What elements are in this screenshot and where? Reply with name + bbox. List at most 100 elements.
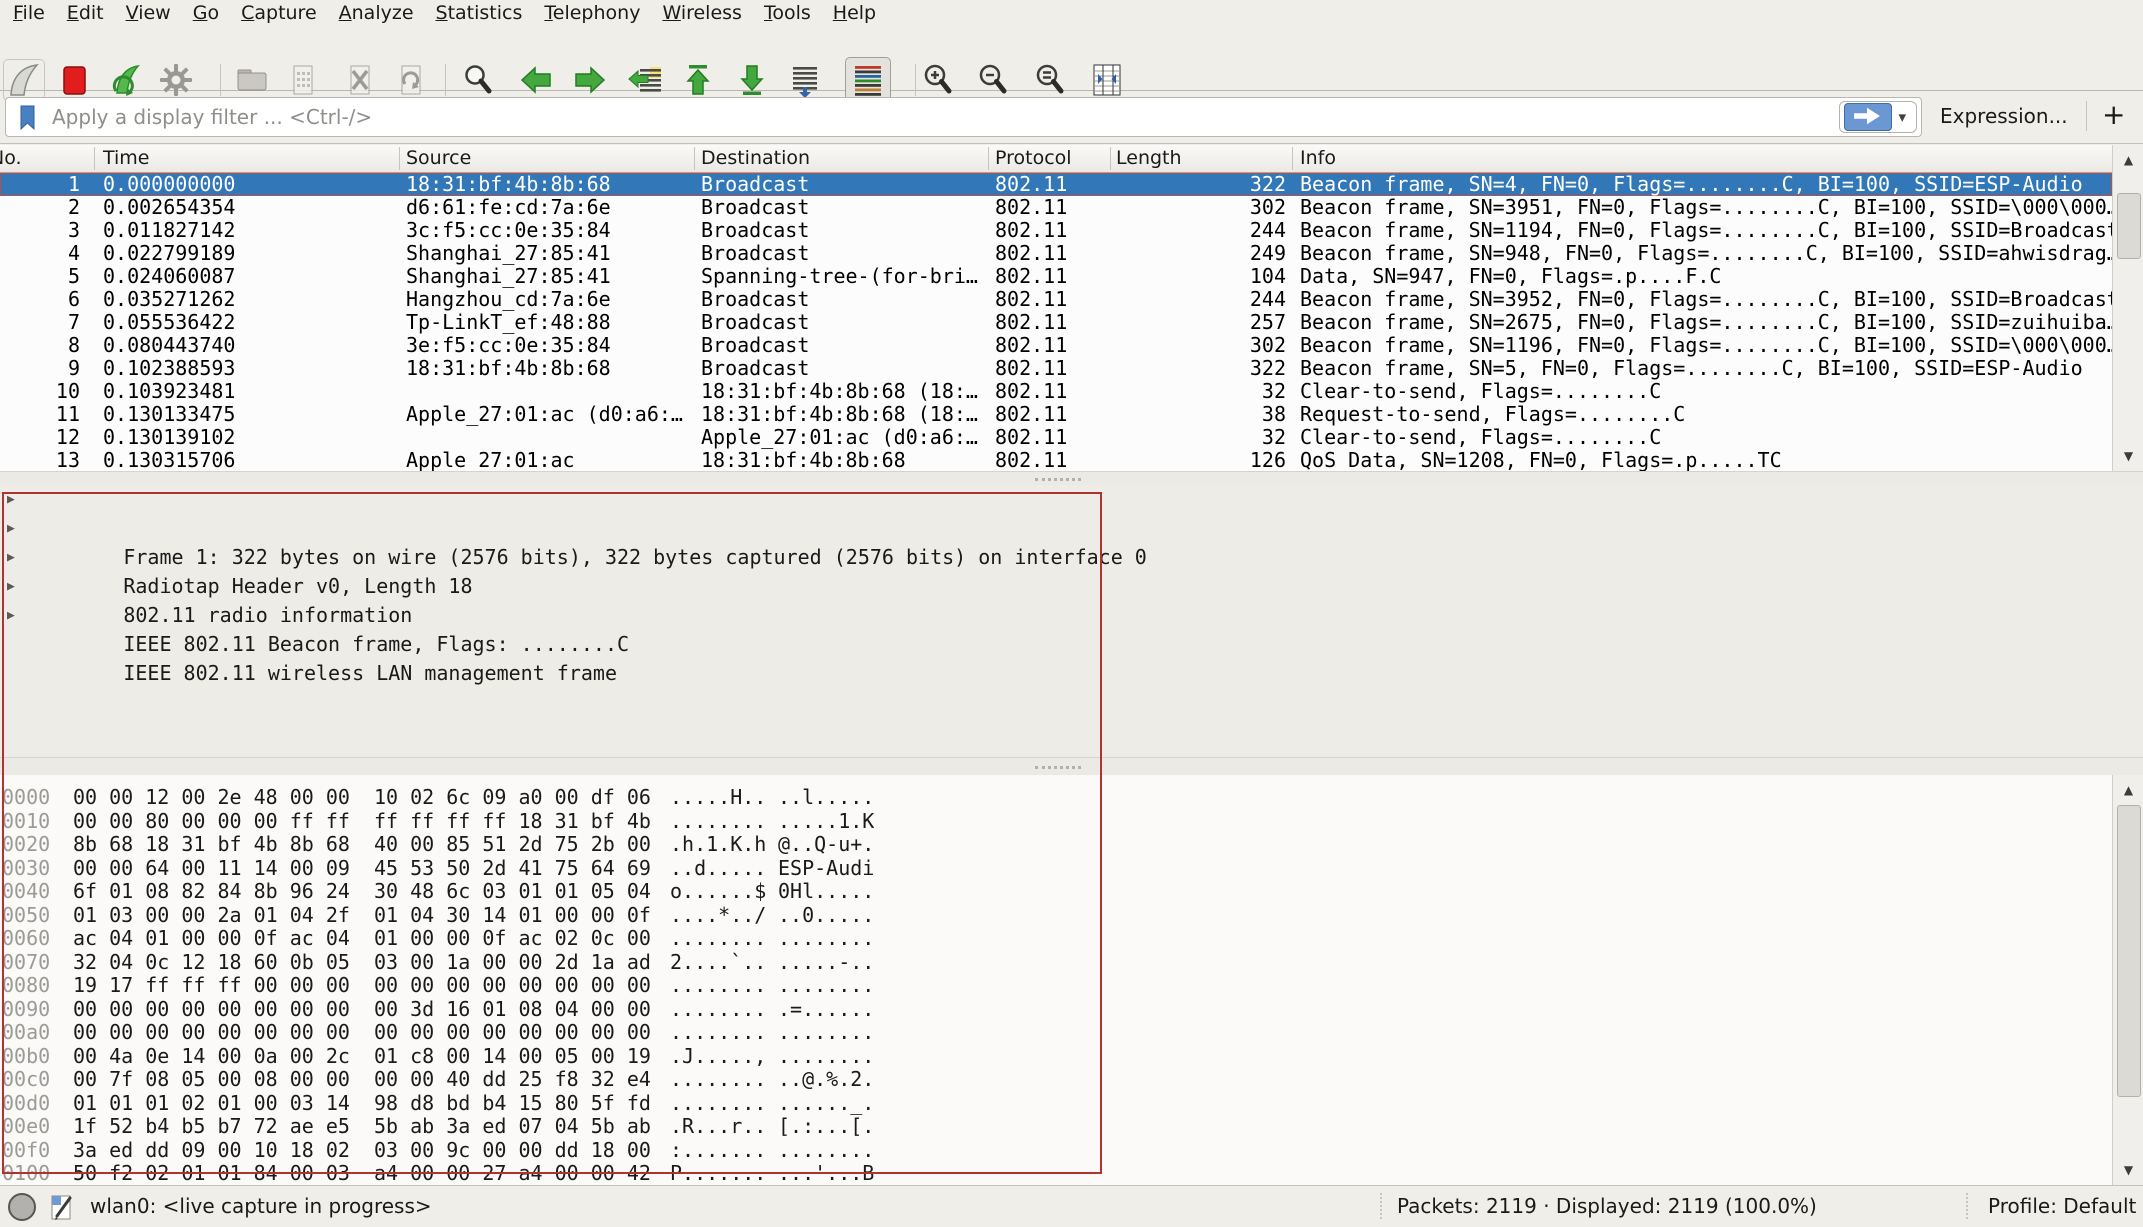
column-resize-handle[interactable] (694, 147, 695, 170)
menu-item[interactable]: View (115, 0, 182, 26)
menu-item[interactable]: Analyze (328, 0, 425, 26)
menu-item[interactable]: File (2, 0, 56, 26)
scroll-up-button[interactable]: ▲ (2113, 147, 2143, 173)
packet-list-scrollbar[interactable]: ▲ ▼ (2112, 145, 2143, 471)
column-resize-handle[interactable] (94, 147, 95, 170)
hex-row[interactable]: 00e0 1f 52 b4 b5 b7 72 ae e5 5b ab 3a ed… (0, 1115, 2112, 1139)
menu-item[interactable]: Wireless (651, 0, 753, 26)
cell-source: 18:31:bf:4b:8b:68 (406, 173, 698, 196)
column-header-protocol[interactable]: Protocol (995, 147, 1072, 169)
menu-item[interactable]: Tools (753, 0, 822, 26)
menu-item[interactable]: Edit (56, 0, 115, 26)
packet-row[interactable]: 9 0.102388593 18:31:bf:4b:8b:68 Broadcas… (0, 357, 2112, 380)
expert-info-button[interactable] (8, 1193, 36, 1221)
filter-bookmark-icon[interactable] (18, 105, 38, 131)
hex-ascii-2: @..Q-u+. (778, 833, 874, 857)
detail-row[interactable]: ▶ 802.11 radio information (0, 543, 2143, 572)
hex-row[interactable]: 0080 19 17 ff ff ff 00 00 00 00 00 00 00… (0, 974, 2112, 998)
detail-row[interactable]: ▶ Frame 1: 322 bytes on wire (2576 bits)… (0, 485, 2143, 514)
scroll-up-button[interactable]: ▲ (2113, 777, 2143, 803)
display-filter-input[interactable] (50, 99, 1794, 135)
column-resize-handle[interactable] (988, 147, 989, 170)
capture-comment-icon[interactable] (48, 1192, 76, 1222)
column-header-time[interactable]: Time (103, 147, 150, 169)
menu-item[interactable]: Telephony (533, 0, 651, 26)
packet-row[interactable]: 7 0.055536422 Tp-LinkT_ef:48:88 Broadcas… (0, 311, 2112, 334)
column-header-no[interactable]: No. (0, 147, 22, 169)
expander-icon[interactable]: ▶ (7, 572, 15, 601)
hex-row[interactable]: 00b0 00 4a 0e 14 00 0a 00 2c 01 c8 00 14… (0, 1045, 2112, 1069)
packet-row[interactable]: 3 0.011827142 3c:f5:cc:0e:35:84 Broadcas… (0, 219, 2112, 242)
expander-icon[interactable]: ▶ (7, 485, 15, 514)
menu-item[interactable]: Capture (230, 0, 328, 26)
packet-row[interactable]: 6 0.035271262 Hangzhou_cd:7a:6e Broadcas… (0, 288, 2112, 311)
scrollbar-thumb[interactable] (2117, 193, 2141, 259)
hex-row[interactable]: 0100 50 f2 02 01 01 84 00 03 a4 00 00 27… (0, 1162, 2112, 1185)
packet-row[interactable]: 12 0.130139102 Apple_27:01:ac (d0:a6:… 8… (0, 426, 2112, 449)
packet-row[interactable]: 4 0.022799189 Shanghai_27:85:41 Broadcas… (0, 242, 2112, 265)
hex-row[interactable]: 0050 01 03 00 00 2a 01 04 2f 01 04 30 14… (0, 904, 2112, 928)
packet-row[interactable]: 8 0.080443740 3e:f5:cc:0e:35:84 Broadcas… (0, 334, 2112, 357)
hex-row[interactable]: 0040 6f 01 08 82 84 8b 96 24 30 48 6c 03… (0, 880, 2112, 904)
hex-row[interactable]: 0090 00 00 00 00 00 00 00 00 00 3d 16 01… (0, 998, 2112, 1022)
hex-row[interactable]: 00f0 3a ed dd 09 00 10 18 02 03 00 9c 00… (0, 1139, 2112, 1163)
detail-text: IEEE 802.11 Beacon frame, Flags: .......… (123, 632, 629, 656)
scrollbar-thumb[interactable] (2117, 805, 2141, 1097)
packet-row[interactable]: 13 0.130315706 Apple_27:01:ac 18:31:bf:4… (0, 449, 2112, 471)
hex-offset: 0000 (2, 786, 50, 810)
menu-item[interactable]: Statistics (425, 0, 534, 26)
menu-item[interactable]: Help (822, 0, 887, 26)
menu-item[interactable]: Go (182, 0, 230, 26)
packet-row[interactable]: 2 0.002654354 d6:61:fe:cd:7a:6e Broadcas… (0, 196, 2112, 219)
cell-info: Beacon frame, SN=948, FN=0, Flags=......… (1300, 242, 2112, 265)
cell-protocol: 802.11 (995, 288, 1107, 311)
column-resize-handle[interactable] (1110, 147, 1111, 170)
packet-row[interactable]: 5 0.024060087 Shanghai_27:85:41 Spanning… (0, 265, 2112, 288)
packet-row[interactable]: 11 0.130133475 Apple_27:01:ac (d0:a6:… 1… (0, 403, 2112, 426)
detail-text: IEEE 802.11 wireless LAN management fram… (123, 661, 617, 685)
cell-time: 0.130139102 (103, 426, 398, 449)
add-filter-button[interactable]: + (2102, 95, 2125, 135)
hex-row[interactable]: 0010 00 00 80 00 00 00 ff ff ff ff ff ff… (0, 810, 2112, 834)
hex-ascii-2: ..0..... (778, 904, 874, 928)
hex-offset: 0080 (2, 974, 50, 998)
hex-row[interactable]: 0030 00 00 64 00 11 14 00 09 45 53 50 2d… (0, 857, 2112, 881)
hex-row[interactable]: 00c0 00 7f 08 05 00 08 00 00 00 00 40 dd… (0, 1068, 2112, 1092)
packet-row[interactable]: 10 0.103923481 18:31:bf:4b:8b:68 (18:… 8… (0, 380, 2112, 403)
column-resize-handle[interactable] (399, 147, 400, 170)
column-header-length[interactable]: Length (1116, 147, 1182, 169)
hex-row[interactable]: 0070 32 04 0c 12 18 60 0b 05 03 00 1a 00… (0, 951, 2112, 975)
hex-row[interactable]: 00d0 01 01 01 02 01 00 03 14 98 d8 bd b4… (0, 1092, 2112, 1116)
expander-icon[interactable]: ▶ (7, 514, 15, 543)
hex-row[interactable]: 0020 8b 68 18 31 bf 4b 8b 68 40 00 85 51… (0, 833, 2112, 857)
hex-row[interactable]: 00a0 00 00 00 00 00 00 00 00 00 00 00 00… (0, 1021, 2112, 1045)
scroll-down-button[interactable]: ▼ (2113, 1157, 2143, 1183)
hex-ascii-2: ...'...B (778, 1162, 874, 1185)
display-filter-field[interactable]: ▾ (5, 97, 1922, 137)
apply-dropdown-caret-icon[interactable]: ▾ (1892, 108, 1912, 126)
column-header-destination[interactable]: Destination (701, 147, 810, 169)
scroll-down-button[interactable]: ▼ (2113, 443, 2143, 469)
expression-button[interactable]: Expression... (1940, 104, 2068, 128)
column-header-source[interactable]: Source (406, 147, 471, 169)
column-header-info[interactable]: Info (1300, 147, 1336, 169)
profile-button[interactable]: Profile: Default (1988, 1194, 2136, 1218)
hex-row[interactable]: 0060 ac 04 01 00 00 0f ac 04 01 00 00 0f… (0, 927, 2112, 951)
hex-offset: 0010 (2, 810, 50, 834)
pane-splitter[interactable] (0, 757, 2143, 777)
hex-row[interactable]: 0000 00 00 12 00 2e 48 00 00 10 02 6c 09… (0, 786, 2112, 810)
hex-bytes-2: 00 3d 16 01 08 04 00 00 (374, 998, 651, 1022)
cell-length: 244 (1114, 288, 1286, 311)
expander-icon[interactable]: ▶ (7, 543, 15, 572)
column-resize-handle[interactable] (1292, 147, 1293, 170)
hex-bytes-1: 19 17 ff ff ff 00 00 00 (73, 974, 350, 998)
packet-row[interactable]: 1 0.000000000 18:31:bf:4b:8b:68 Broadcas… (0, 173, 2112, 196)
detail-row[interactable]: ▶ IEEE 802.11 wireless LAN management fr… (0, 601, 2143, 630)
status-separator (1380, 1193, 1383, 1219)
detail-row[interactable]: ▶ Radiotap Header v0, Length 18 (0, 514, 2143, 543)
expander-icon[interactable]: ▶ (7, 601, 15, 630)
detail-row[interactable]: ▶ IEEE 802.11 Beacon frame, Flags: .....… (0, 572, 2143, 601)
cell-no: 10 (0, 380, 80, 403)
apply-filter-button[interactable] (1844, 103, 1892, 131)
hex-scrollbar[interactable]: ▲ ▼ (2112, 775, 2143, 1185)
